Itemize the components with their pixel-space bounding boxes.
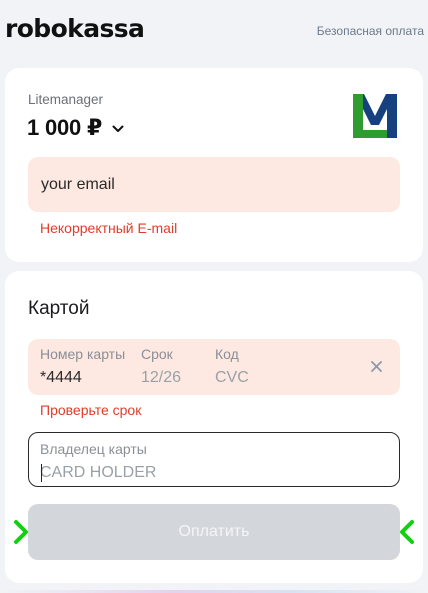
card-details-field[interactable]: Номер карты *4444 Срок 12/26 Код CVC: [28, 339, 400, 395]
card-holder-input[interactable]: [40, 462, 380, 484]
card-number-label: Номер карты: [40, 346, 126, 362]
pay-button[interactable]: Оплатить: [28, 504, 400, 560]
order-card: Litemanager 1 000 ₽ Некорректный E-mail: [5, 68, 423, 262]
payment-method-title: Картой: [28, 298, 90, 319]
header: robokassa Безопасная оплата: [0, 0, 428, 62]
card-expiry-label: Срок: [141, 346, 173, 362]
merchant-logo-icon: [353, 94, 397, 138]
card-expiry-value[interactable]: 12/26: [141, 369, 181, 387]
secure-payment-label: Безопасная оплата: [316, 24, 424, 38]
close-icon[interactable]: [370, 360, 383, 373]
card-holder-field[interactable]: Владелец карты: [28, 432, 400, 487]
robokassa-logo[interactable]: robokassa: [5, 14, 145, 43]
chevron-down-icon: [112, 125, 124, 132]
chevron-left-icon: [400, 520, 414, 544]
card-holder-label: Владелец карты: [40, 441, 147, 457]
chevron-right-icon: [14, 520, 28, 544]
card-cvc-input[interactable]: CVC: [215, 369, 249, 387]
card-expiry-error: Проверьте срок: [40, 402, 142, 418]
email-field[interactable]: [28, 157, 400, 212]
order-amount: 1 000 ₽: [27, 115, 103, 140]
amount-toggle[interactable]: 1 000 ₽: [27, 115, 124, 141]
text-cursor: [41, 464, 42, 482]
card-number-value[interactable]: *4444: [40, 369, 82, 387]
email-input[interactable]: [28, 157, 400, 212]
email-error: Некорректный E-mail: [40, 220, 178, 236]
card-payment-section: Картой Номер карты *4444 Срок 12/26 Код …: [5, 271, 423, 583]
card-cvc-label: Код: [215, 346, 239, 362]
merchant-name: Litemanager: [28, 92, 104, 107]
